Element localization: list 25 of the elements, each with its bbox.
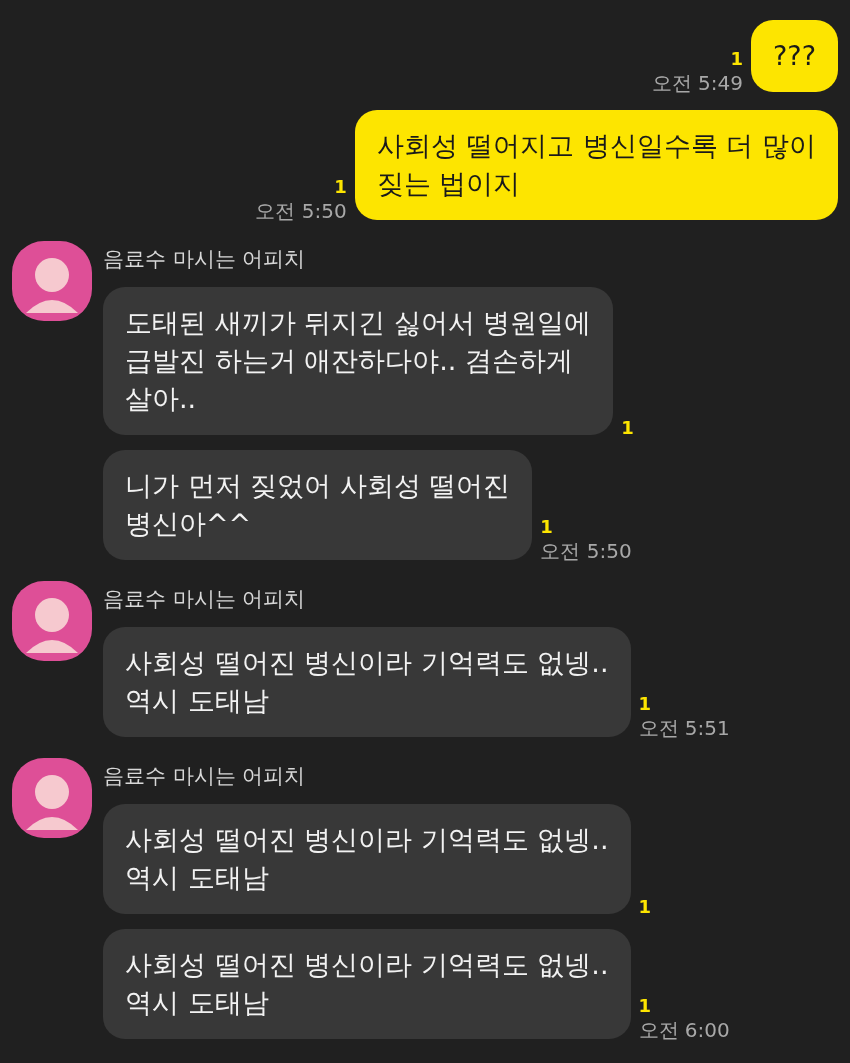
message-bubble: 사회성 떨어진 병신이라 기억력도 없넹.. 역시 도태남 [103, 929, 631, 1039]
avatar-icon[interactable] [12, 581, 92, 661]
unread-count: 1 [334, 176, 347, 198]
unread-count: 1 [730, 48, 743, 70]
avatar-icon[interactable] [12, 758, 92, 838]
timestamp: 오전 5:50 [540, 538, 632, 564]
unread-count: 1 [540, 516, 553, 538]
sender-name: 음료수 마시는 어피치 [103, 763, 306, 789]
message-bubble: 니가 먼저 짖었어 사회성 떨어진 병신아^^ [103, 450, 533, 560]
timestamp: 오전 5:51 [638, 715, 730, 741]
message-bubble: 사회성 떨어진 병신이라 기억력도 없넹.. 역시 도태남 [103, 804, 631, 914]
timestamp: 오전 6:00 [638, 1017, 730, 1043]
message-bubble: 도태된 새끼가 뒤지긴 싫어서 병원일에 급발진 하는거 애잔하다야.. 겸손하게 살아.. [103, 287, 614, 435]
message-bubble: ??? [751, 20, 838, 92]
sender-name: 음료수 마시는 어피치 [103, 246, 306, 272]
unread-count: 1 [621, 417, 634, 439]
timestamp: 오전 5:50 [255, 198, 347, 224]
sender-name: 음료수 마시는 어피치 [103, 586, 306, 612]
message-bubble: 사회성 떨어지고 병신일수록 더 많이 짖는 법이지 [354, 110, 838, 220]
message-bubble: 사회성 떨어진 병신이라 기억력도 없넹.. 역시 도태남 [103, 627, 631, 737]
timestamp: 오전 5:49 [651, 70, 743, 96]
unread-count: 1 [638, 693, 652, 715]
unread-count: 1 [638, 995, 652, 1017]
avatar-icon[interactable] [12, 241, 92, 321]
unread-count: 1 [638, 896, 652, 918]
